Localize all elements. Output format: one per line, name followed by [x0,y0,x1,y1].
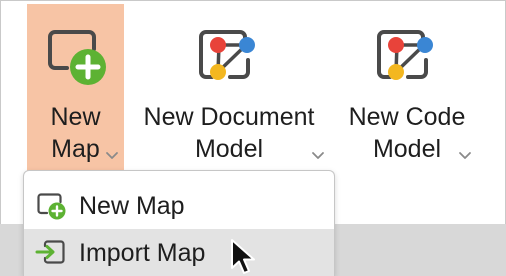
menu-item-import-map[interactable]: Import Map [24,229,334,276]
menu-item-import-map-label: Import Map [79,239,206,267]
new-map-button[interactable]: New Map [27,4,124,172]
new-map-dropdown-menu: New Map Import Map [23,170,335,276]
menu-item-new-map[interactable]: New Map [24,182,334,230]
code-model-icon [377,30,433,80]
new-code-model-label: New Code Model [348,103,466,163]
new-map-icon [47,30,106,85]
new-document-model-button[interactable]: New Document Model [132,4,326,172]
menu-item-new-map-label: New Map [79,192,185,220]
new-document-model-label: New Document Model [143,103,315,163]
chevron-down-icon[interactable] [311,150,325,160]
new-map-icon [37,193,66,220]
import-icon [35,240,65,264]
chevron-down-icon[interactable] [458,150,472,160]
document-model-icon [199,30,255,80]
new-map-label: New Map [50,103,101,163]
mouse-pointer-icon [231,239,255,274]
chevron-down-icon[interactable] [105,150,119,160]
new-code-model-button[interactable]: New Code Model [338,4,476,172]
